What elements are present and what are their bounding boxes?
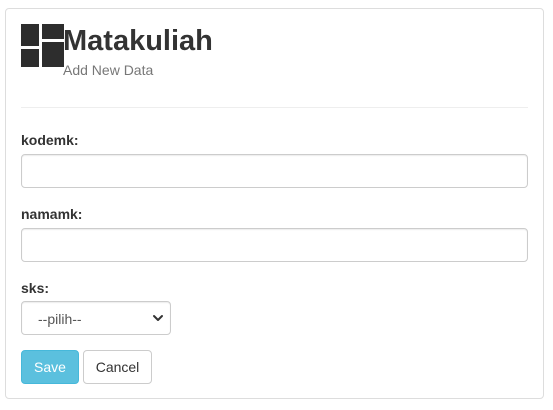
page-subtitle: Add New Data [63, 62, 154, 78]
chevron-down-icon [153, 315, 163, 321]
sks-label: sks: [21, 280, 50, 296]
header-divider [21, 107, 528, 108]
kodemk-label: kodemk: [21, 132, 79, 148]
kodemk-input[interactable] [21, 154, 528, 188]
sks-select[interactable]: --pilih-- [21, 301, 171, 335]
namamk-input[interactable] [21, 228, 528, 262]
grid-logo-icon [21, 24, 64, 67]
sks-select-value: --pilih-- [38, 311, 82, 327]
page-header: Matakuliah Add New Data [21, 24, 421, 78]
page-title: Matakuliah [63, 25, 213, 57]
cancel-button[interactable]: Cancel [83, 350, 152, 384]
form-panel: Matakuliah Add New Data kodemk: namamk: … [5, 8, 544, 399]
namamk-label: namamk: [21, 206, 83, 222]
save-button[interactable]: Save [21, 350, 79, 384]
